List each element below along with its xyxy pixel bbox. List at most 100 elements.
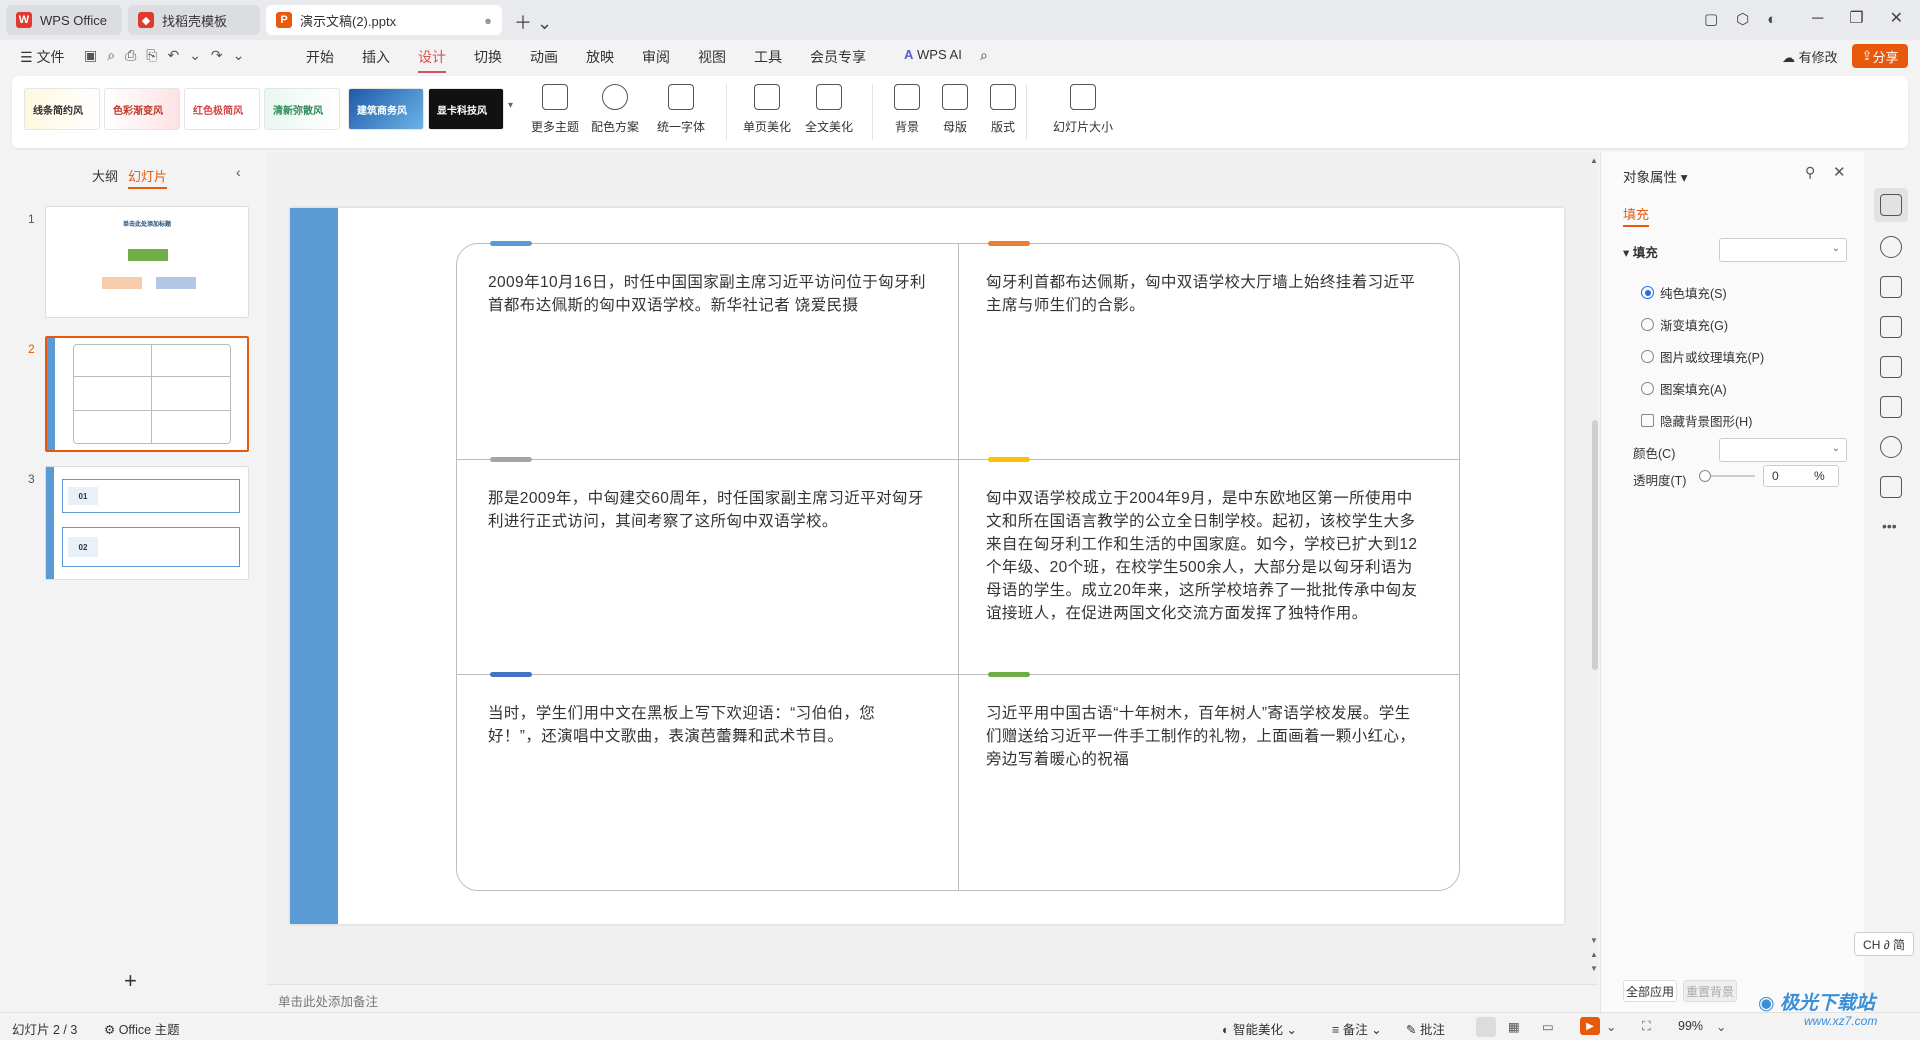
transparency-slider-thumb[interactable] <box>1699 470 1711 482</box>
hide-bg-checkbox[interactable]: 隐藏背景图形(H) <box>1641 411 1752 430</box>
cell-text-3[interactable]: 那是2009年，中匈建交60周年，时任国家副主席习近平对匈牙利进行正式访问，其间… <box>488 487 928 533</box>
grid-view-icon[interactable]: ▦ <box>1508 1019 1520 1034</box>
cell-text-5[interactable]: 当时，学生们用中文在黑板上写下欢迎语：“习伯伯，您好！”，还演唱中文歌曲，表演芭… <box>488 702 928 748</box>
theme-4[interactable]: 清新弥散风 <box>264 88 340 130</box>
radio-gradient-fill[interactable]: 渐变填充(G) <box>1641 315 1728 334</box>
smart-beautify-button[interactable]: ◐ 智能美化 ⌄ <box>1222 1019 1297 1038</box>
new-tab-icon[interactable]: ＋ ⌄ <box>514 9 552 35</box>
radio-pattern-fill[interactable]: 图案填充(A) <box>1641 379 1727 398</box>
window-controls-icon[interactable]: ─❐✕ <box>1812 8 1920 28</box>
tab-outline[interactable]: 大纲 <box>92 166 118 185</box>
themes-icon <box>542 84 568 110</box>
window-tools-icon[interactable]: ▢⬡◐ <box>1704 10 1794 28</box>
more-themes-button[interactable]: 更多主题 <box>522 84 588 144</box>
slide-thumb-2[interactable] <box>45 336 249 452</box>
theme-more-icon[interactable]: ▾ <box>508 100 513 111</box>
reading-view-icon[interactable]: ▭ <box>1542 1019 1554 1034</box>
menu-tools[interactable]: 工具 <box>754 47 782 67</box>
slide-thumb-3[interactable]: 01 02 <box>45 466 249 580</box>
comments-toggle[interactable]: ✎ 批注 <box>1406 1019 1445 1038</box>
menu-member[interactable]: 会员专享 <box>810 47 866 67</box>
radio-picture-fill[interactable]: 图片或纹理填充(P) <box>1641 347 1764 366</box>
zoom-level[interactable]: 99% <box>1678 1019 1703 1033</box>
tab-fill[interactable]: 填充 <box>1623 204 1650 227</box>
tools-icon[interactable] <box>1880 356 1902 378</box>
radio-solid-fill[interactable]: 纯色填充(S) <box>1641 283 1727 302</box>
full-beautify-button[interactable]: 全文美化 <box>796 84 862 144</box>
cell-text-6[interactable]: 习近平用中国古语“十年树木，百年树人”寄语学校发展。学生们赠送给习近平一件手工制… <box>986 702 1426 771</box>
scroll-up-icon[interactable]: ▲ <box>1590 156 1598 165</box>
tab-slides[interactable]: 幻灯片 <box>128 166 168 189</box>
wps-ai-button[interactable]: A WPS AI <box>904 47 962 62</box>
fill-dropdown[interactable]: ⌄ <box>1719 238 1847 262</box>
tab-template[interactable]: ◆ 找稻壳模板 <box>128 5 260 35</box>
close-icon[interactable]: ✕ <box>1833 163 1846 181</box>
theme-5[interactable]: 建筑商务风 <box>348 88 424 130</box>
notes-toggle[interactable]: ≡ 备注 ⌄ <box>1332 1019 1382 1038</box>
apply-all-button[interactable]: 全部应用 <box>1623 980 1677 1002</box>
unify-font-button[interactable]: 统一字体 <box>648 84 714 144</box>
menu-transition[interactable]: 切换 <box>474 47 502 67</box>
more-icon[interactable]: ••• <box>1882 518 1897 534</box>
theme-name: Office 主题 <box>118 1023 180 1037</box>
file-menu[interactable]: ☰ 文件 <box>20 47 64 67</box>
color-dropdown[interactable]: ⌄ <box>1719 438 1847 462</box>
pin-icon[interactable]: ⚲ <box>1805 164 1815 181</box>
color-scheme-button[interactable]: 配色方案 <box>582 84 648 144</box>
menu-review[interactable]: 审阅 <box>642 47 670 67</box>
panel-title[interactable]: 对象属性 ▾ <box>1623 166 1688 186</box>
page-beautify-button[interactable]: 单页美化 <box>734 84 800 144</box>
theme-indicator[interactable]: ⚙ Office 主题 <box>104 1019 180 1038</box>
zoom-dropdown-icon[interactable]: ⌄ <box>1716 1019 1726 1034</box>
menu-start[interactable]: 开始 <box>306 47 334 67</box>
menu-insert[interactable]: 插入 <box>362 47 390 67</box>
settings-icon[interactable] <box>1880 476 1902 498</box>
reset-bg-button[interactable]: 重置背景 <box>1683 980 1737 1002</box>
menu-design[interactable]: 设计 <box>418 47 446 73</box>
cube-icon <box>816 84 842 110</box>
theme-6[interactable]: 显卡科技风 <box>428 88 504 130</box>
thumb-line <box>73 376 231 377</box>
tab-dot-icon[interactable]: ● <box>484 13 492 28</box>
fit-window-icon[interactable]: ⛶ <box>1642 1019 1651 1034</box>
radio-icon <box>1641 286 1654 299</box>
ime-indicator[interactable]: CH ∂ 简 <box>1854 932 1914 956</box>
search-icon[interactable]: ⌕ <box>980 47 988 64</box>
theme-3[interactable]: 红色极简风 <box>184 88 260 130</box>
copy-icon[interactable] <box>1880 276 1902 298</box>
image-icon[interactable] <box>1880 316 1902 338</box>
menu-view[interactable]: 视图 <box>698 47 726 67</box>
revise-button[interactable]: ☁ 有修改 <box>1782 47 1838 66</box>
menu-slideshow[interactable]: 放映 <box>586 47 614 67</box>
add-slide-icon[interactable]: + <box>124 968 137 994</box>
vertical-scrollbar[interactable] <box>1592 420 1598 670</box>
tab-presentation[interactable]: P 演示文稿(2).pptx ● <box>266 5 502 35</box>
help-icon[interactable] <box>1880 436 1902 458</box>
share-button[interactable]: ⇪ 分享 <box>1852 44 1908 68</box>
thumb-title: 单击此处添加标题 <box>122 222 171 228</box>
collapse-icon[interactable]: ‹ <box>236 164 241 180</box>
notes-pane[interactable]: 单击此处添加备注 <box>266 984 1598 1012</box>
slide[interactable]: 2009年10月16日，时任中国国家副主席习近平访问位于匈牙利首都布达佩斯的匈中… <box>290 208 1564 924</box>
transparency-slider-track[interactable] <box>1711 475 1755 477</box>
theme-2[interactable]: 色彩渐变风 <box>104 88 180 130</box>
star-icon[interactable] <box>1880 236 1902 258</box>
menu-animation[interactable]: 动画 <box>530 47 558 67</box>
transparency-input[interactable]: 0 % <box>1763 465 1839 487</box>
slide-thumb-1[interactable]: 单击此处添加标题 <box>45 206 249 318</box>
properties-icon[interactable] <box>1880 194 1902 216</box>
scroll-down-icon[interactable]: ▼ ▲ ▼ <box>1590 934 1598 976</box>
fill-section-header[interactable]: ▾ 填充 <box>1623 242 1658 261</box>
play-dropdown-icon[interactable]: ⌄ <box>1606 1019 1616 1034</box>
cell-text-1[interactable]: 2009年10月16日，时任中国国家副主席习近平访问位于匈牙利首都布达佩斯的匈中… <box>488 271 928 317</box>
play-icon[interactable]: ▶ <box>1580 1017 1600 1035</box>
slide-size-button[interactable]: 幻灯片大小 <box>1042 84 1124 144</box>
normal-view-icon[interactable] <box>1476 1017 1496 1037</box>
theme-1[interactable]: 线条简约风 <box>24 88 100 130</box>
tab-wps-office[interactable]: W WPS Office <box>6 5 122 35</box>
cell-text-2[interactable]: 匈牙利首都布达佩斯，匈中双语学校大厅墙上始终挂着习近平主席与师生们的合影。 <box>986 271 1426 317</box>
book-icon[interactable] <box>1880 396 1902 418</box>
checkbox-label: 隐藏背景图形(H) <box>1660 415 1753 429</box>
cell-text-4[interactable]: 匈中双语学校成立于2004年9月，是中东欧地区第一所使用中文和所在国语言教学的公… <box>986 487 1426 625</box>
quick-tools-icon[interactable]: ▣⌕⎙⎘↶⌄↷⌄ <box>84 47 254 64</box>
